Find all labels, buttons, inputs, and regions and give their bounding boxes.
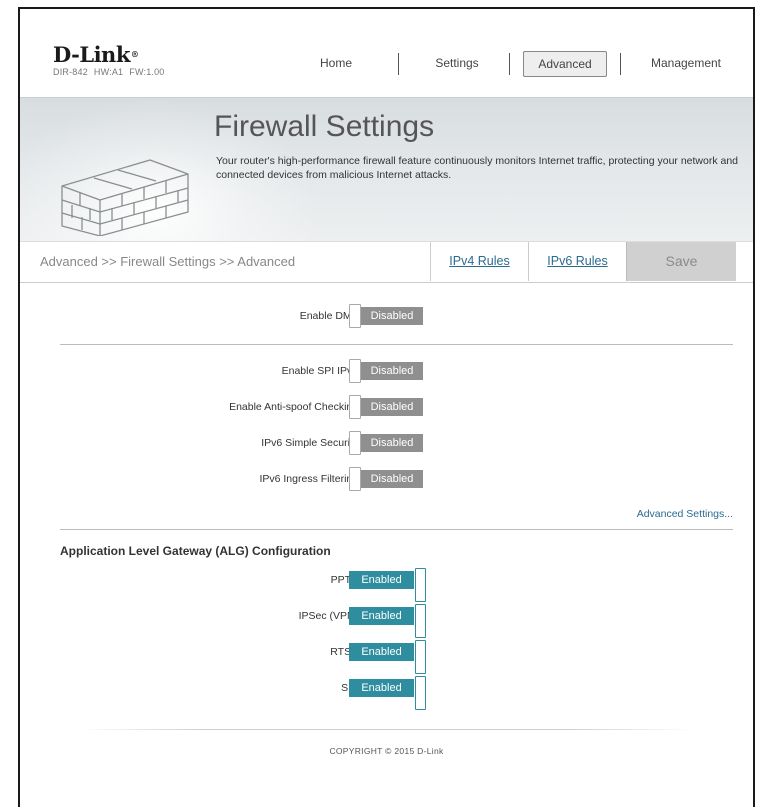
toggle-knob — [415, 604, 426, 638]
firmware-version: FW:1.00 — [129, 67, 165, 77]
nav-advanced[interactable]: Advanced — [523, 51, 607, 77]
toggle-knob — [349, 359, 361, 383]
anti-spoof-label: Enable Anti-spoof Checking: — [229, 401, 361, 413]
toggle-state: Enabled — [349, 571, 414, 589]
toggle-knob — [415, 568, 426, 602]
alg-pptp-row: PPTP: Enabled — [20, 568, 753, 602]
ipv6-ingress-filtering-row: IPv6 Ingress Filtering: Disabled — [20, 467, 753, 493]
section-divider — [60, 529, 733, 530]
copyright-text: COPYRIGHT © 2015 D-Link — [329, 746, 444, 756]
ipv6-simple-security-label: IPv6 Simple Security: — [261, 437, 361, 449]
nav-home[interactable]: Home — [290, 51, 382, 75]
nav-settings[interactable]: Settings — [414, 51, 500, 75]
nav-divider — [509, 53, 510, 75]
hardware-version: HW:A1 — [93, 67, 124, 77]
alg-ipsec-row: IPSec (VPN): Enabled — [20, 604, 753, 638]
toggle-state: Disabled — [361, 362, 423, 380]
toggle-knob — [349, 431, 361, 455]
brand-block: D-Link® DIR-842 HW:A1 FW:1.00 — [53, 44, 171, 77]
toggle-knob — [349, 467, 361, 491]
toggle-state: Enabled — [349, 679, 414, 697]
toggle-state: Enabled — [349, 643, 414, 661]
alg-section-title: Application Level Gateway (ALG) Configur… — [60, 544, 331, 558]
dmz-row: Enable DMZ: Disabled — [20, 304, 753, 330]
tab-ipv4-rules[interactable]: IPv4 Rules — [430, 242, 528, 281]
device-info: DIR-842 HW:A1 FW:1.00 — [53, 67, 171, 77]
nav-divider — [620, 53, 621, 75]
toggle-knob — [415, 640, 426, 674]
toggle-state: Disabled — [361, 434, 423, 452]
footer-divider — [80, 729, 693, 730]
firewall-brick-icon — [60, 156, 200, 241]
page-title: Firewall Settings — [214, 110, 435, 143]
anti-spoof-row: Enable Anti-spoof Checking: Disabled — [20, 395, 753, 421]
ipv6-ingress-filtering-label: IPv6 Ingress Filtering: — [259, 473, 361, 485]
alg-rtsp-row: RTSP: Enabled — [20, 640, 753, 674]
toggle-knob — [349, 304, 361, 328]
tab-ipv6-rules[interactable]: IPv6 Rules — [528, 242, 626, 281]
page-description: Your router's high-performance firewall … — [216, 155, 739, 181]
router-admin-page: D-Link® DIR-842 HW:A1 FW:1.00 Home Setting… — [18, 7, 755, 807]
page-banner: Firewall Settings Your router's high-per… — [20, 97, 753, 248]
toggle-knob — [349, 395, 361, 419]
toggle-state: Disabled — [361, 470, 423, 488]
toggle-state: Disabled — [361, 398, 423, 416]
save-button[interactable]: Save — [626, 242, 736, 281]
nav-management[interactable]: Management — [636, 51, 736, 75]
breadcrumb: Advanced >> Firewall Settings >> Advance… — [40, 254, 296, 269]
dlink-logo: D-Link® — [53, 42, 139, 67]
spi-ipv4-row: Enable SPI IPv4: Disabled — [20, 359, 753, 385]
toggle-state: Enabled — [349, 607, 414, 625]
tab-bar: Advanced >> Firewall Settings >> Advance… — [20, 241, 753, 283]
alg-sip-row: SIP: Enabled — [20, 676, 753, 710]
toggle-state: Disabled — [361, 307, 423, 325]
model-number: DIR-842 — [53, 67, 88, 77]
toggle-knob — [415, 676, 426, 710]
section-divider — [60, 344, 733, 345]
nav-divider — [398, 53, 399, 75]
advanced-settings-link[interactable]: Advanced Settings... — [637, 508, 733, 520]
ipv6-simple-security-row: IPv6 Simple Security: Disabled — [20, 431, 753, 457]
